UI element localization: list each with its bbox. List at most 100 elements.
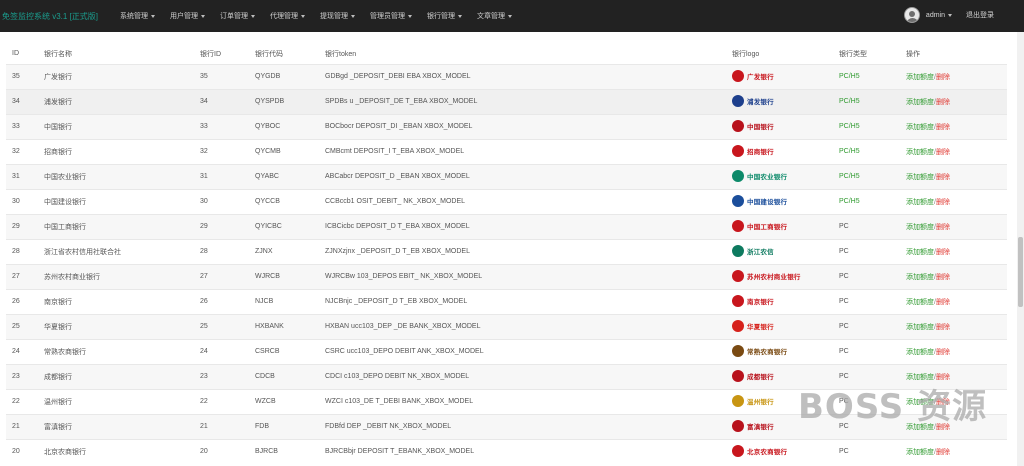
cell-bank-id: 20 [194,438,249,464]
delete-link[interactable]: 删除 [936,424,950,431]
cell-bank-name: 中国工商银行 [38,213,194,239]
delete-link[interactable]: 删除 [936,324,950,331]
delete-link[interactable]: 删除 [936,224,950,231]
cell-actions: 添加额度/删除 [900,88,1007,114]
app-brand[interactable]: 免签监控系统 v3.1 [正式版] [2,11,98,22]
cell-bank-name: 南京银行 [38,288,194,314]
add-quota-link[interactable]: 添加额度 [906,249,934,256]
bank-logo: 常熟农商银行 [732,344,787,358]
add-quota-link[interactable]: 添加额度 [906,274,934,281]
nav-admin-management[interactable]: 管理员管理 [370,11,412,21]
delete-link[interactable]: 删除 [936,349,950,356]
bank-logo-text: 招商银行 [747,149,774,156]
user-area: admin 退出登录 [903,7,994,23]
add-quota-link[interactable]: 添加额度 [906,424,934,431]
delete-link[interactable]: 删除 [936,199,950,206]
page-scrollbar[interactable] [1017,32,1024,466]
delete-link[interactable]: 删除 [936,374,950,381]
add-quota-link[interactable]: 添加额度 [906,224,934,231]
table-row: 23 成都银行 23 CDCB CDCI c103_DEPO DEBIT NK_XBOX… [6,363,1007,389]
delete-link[interactable]: 删除 [936,249,950,256]
delete-link[interactable]: 删除 [936,449,950,456]
add-quota-link[interactable]: 添加额度 [906,149,934,156]
nav-article-management[interactable]: 文章管理 [477,11,512,21]
table-row: 21 富滇银行 21 FDB FDBfd DEP _DEBIT NK_XBOX_MODE… [6,413,1007,439]
nav-user-management[interactable]: 用户管理 [170,11,205,21]
add-quota-link[interactable]: 添加额度 [906,124,934,131]
cell-bank-logo: 招商银行 [726,138,833,164]
bank-logo-icon [732,245,744,257]
cell-bank-name: 中国农业银行 [38,163,194,189]
bank-logo-icon [732,345,744,357]
cell-bank-code: CSRCB [249,338,319,364]
bank-logo-text: 华夏银行 [747,324,774,331]
delete-link[interactable]: 删除 [936,174,950,181]
chevron-down-icon [458,14,462,18]
cell-id: 28 [6,238,38,264]
cell-bank-name: 招商银行 [38,138,194,164]
cell-id: 35 [6,63,38,89]
bank-logo: 华夏银行 [732,319,774,333]
table-row: 33 中国银行 33 QYBOC BOCbocr DEPOSIT_DI _EBAN XB… [6,113,1007,139]
bank-logo-text: 中国农业银行 [747,174,788,181]
add-quota-link[interactable]: 添加额度 [906,74,934,81]
delete-link[interactable]: 删除 [936,74,950,81]
add-quota-link[interactable]: 添加额度 [906,449,934,456]
bank-logo-text: 成都银行 [747,374,774,381]
add-quota-link[interactable]: 添加额度 [906,174,934,181]
bank-logo-icon [732,70,744,82]
bank-logo: 招商银行 [732,144,774,158]
cell-bank-type: PC [833,438,900,464]
nav-system-management[interactable]: 系统管理 [120,11,155,21]
nav-agent-management[interactable]: 代理管理 [270,11,305,21]
delete-link[interactable]: 删除 [936,124,950,131]
nav-order-management[interactable]: 订单管理 [220,11,255,21]
cell-bank-token: NJCBnjc _DEPOSIT_D T_EB XBOX_MODEL [319,288,726,314]
table-row: 27 苏州农村商业银行 27 WJRCB WJRCBw 103_DEPOS EBIT_ … [6,263,1007,289]
add-quota-link[interactable]: 添加额度 [906,324,934,331]
bank-logo-icon [732,445,744,458]
delete-link[interactable]: 删除 [936,299,950,306]
add-quota-link[interactable]: 添加额度 [906,299,934,306]
delete-link[interactable]: 删除 [936,149,950,156]
bank-logo-icon [732,270,744,282]
cell-bank-code: QYGDB [249,63,319,89]
cell-bank-token: BOCbocr DEPOSIT_DI _EBAN XBOX_MODEL [319,113,726,139]
cell-bank-type: PC [833,338,900,364]
cell-bank-type: PC [833,388,900,414]
nav-bank-management[interactable]: 银行管理 [427,11,462,21]
bank-logo-text: 温州银行 [747,399,774,406]
bank-logo-text: 中国银行 [747,124,774,131]
cell-bank-logo: 中国工商银行 [726,213,833,239]
cell-bank-token: BJRCBbjr DEPOSIT T_EBANK_XBOX_MODEL [319,438,726,464]
scrollbar-thumb[interactable] [1018,237,1023,307]
cell-bank-id: 28 [194,238,249,264]
cell-bank-id: 33 [194,113,249,139]
cell-bank-name: 中国银行 [38,113,194,139]
cell-actions: 添加额度/删除 [900,163,1007,189]
cell-actions: 添加额度/删除 [900,363,1007,389]
cell-bank-id: 29 [194,213,249,239]
delete-link[interactable]: 删除 [936,399,950,406]
nav-withdraw-management[interactable]: 提现管理 [320,11,355,21]
logout-link[interactable]: 退出登录 [966,10,994,20]
cell-actions: 添加额度/删除 [900,288,1007,314]
delete-link[interactable]: 删除 [936,274,950,281]
cell-bank-code: WZCB [249,388,319,414]
bank-logo: 温州银行 [732,394,774,408]
add-quota-link[interactable]: 添加额度 [906,374,934,381]
bank-logo-text: 广发银行 [747,74,774,81]
cell-actions: 添加额度/删除 [900,338,1007,364]
delete-link[interactable]: 删除 [936,99,950,106]
cell-id: 31 [6,163,38,189]
add-quota-link[interactable]: 添加额度 [906,99,934,106]
cell-bank-logo: 中国建设银行 [726,188,833,214]
cell-bank-name: 华夏银行 [38,313,194,339]
avatar[interactable] [903,7,920,23]
add-quota-link[interactable]: 添加额度 [906,399,934,406]
user-menu[interactable]: admin [926,12,952,19]
bank-logo-icon [732,220,744,232]
add-quota-link[interactable]: 添加额度 [906,349,934,356]
cell-bank-token: FDBfd DEP _DEBIT NK_XBOX_MODEL [319,413,726,439]
add-quota-link[interactable]: 添加额度 [906,199,934,206]
